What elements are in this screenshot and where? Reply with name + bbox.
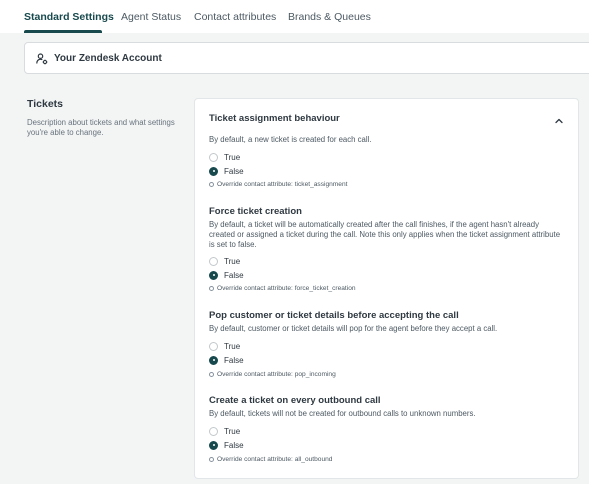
radio-unchecked-icon: [209, 426, 218, 436]
override-label: Override contact attribute: ticket_assig…: [217, 181, 348, 188]
radio-unchecked-icon: [209, 256, 218, 266]
override-label: Override contact attribute: force_ticket…: [217, 285, 356, 292]
zendesk-account-card[interactable]: Your Zendesk Account: [24, 42, 589, 74]
radio-checked-icon: [209, 270, 218, 280]
radio-label: False: [224, 440, 244, 450]
radio-pop-incoming-false[interactable]: False: [209, 355, 244, 365]
radio-ticket-assignment-false[interactable]: False: [209, 166, 244, 176]
radio-label: False: [224, 166, 244, 176]
circle-icon: [209, 372, 214, 377]
tab-brands-queues[interactable]: Brands & Queues: [288, 11, 371, 23]
account-title: Your Zendesk Account: [54, 52, 162, 64]
circle-icon: [209, 286, 214, 291]
radio-label: True: [224, 341, 241, 351]
radio-label: True: [224, 152, 241, 162]
radio-unchecked-icon: [209, 152, 218, 162]
radio-label: False: [224, 270, 244, 280]
setting-description: By default, tickets will not be created …: [209, 409, 476, 418]
radio-all-outbound-true[interactable]: True: [209, 426, 240, 436]
setting-title-force-ticket-creation: Force ticket creation: [209, 206, 302, 217]
radio-unchecked-icon: [209, 341, 218, 351]
setting-title-pop-incoming: Pop customer or ticket details before ac…: [209, 310, 459, 321]
override-label: Override contact attribute: all_outbound: [217, 456, 333, 463]
setting-description: By default, a new ticket is created for …: [209, 135, 372, 144]
radio-all-outbound-false[interactable]: False: [209, 440, 244, 450]
radio-pop-incoming-true[interactable]: True: [209, 341, 240, 351]
radio-checked-icon: [209, 440, 218, 450]
user-gear-icon: [36, 52, 48, 65]
tab-bar: Standard Settings Agent Status Contact a…: [0, 0, 589, 33]
override-attribute: Override contact attribute: ticket_assig…: [209, 181, 347, 188]
circle-icon: [209, 457, 214, 462]
radio-ticket-assignment-true[interactable]: True: [209, 152, 240, 162]
setting-description: By default, customer or ticket details w…: [209, 324, 498, 333]
setting-title-all-outbound: Create a ticket on every outbound call: [209, 395, 381, 406]
tickets-section-title: Tickets: [27, 98, 63, 110]
override-attribute: Override contact attribute: pop_incoming: [209, 371, 336, 378]
tab-agent-status[interactable]: Agent Status: [121, 11, 181, 23]
tab-standard-settings[interactable]: Standard Settings: [24, 11, 114, 23]
radio-label: True: [224, 256, 241, 266]
tickets-section-description: Description about tickets and what setti…: [27, 118, 175, 137]
radio-force-ticket-false[interactable]: False: [209, 270, 244, 280]
radio-label: True: [224, 426, 241, 436]
radio-force-ticket-true[interactable]: True: [209, 256, 240, 266]
override-attribute: Override contact attribute: force_ticket…: [209, 285, 356, 292]
active-tab-indicator: [24, 30, 102, 33]
setting-description: By default, a ticket will be automatical…: [209, 220, 561, 249]
setting-title-ticket-assignment: Ticket assignment behaviour: [209, 113, 340, 124]
chevron-up-icon[interactable]: [554, 113, 564, 124]
radio-label: False: [224, 355, 244, 365]
tab-contact-attributes[interactable]: Contact attributes: [194, 11, 276, 23]
radio-checked-icon: [209, 166, 218, 176]
override-label: Override contact attribute: pop_incoming: [217, 371, 336, 378]
circle-icon: [209, 182, 214, 187]
radio-checked-icon: [209, 355, 218, 365]
override-attribute: Override contact attribute: all_outbound: [209, 456, 332, 463]
